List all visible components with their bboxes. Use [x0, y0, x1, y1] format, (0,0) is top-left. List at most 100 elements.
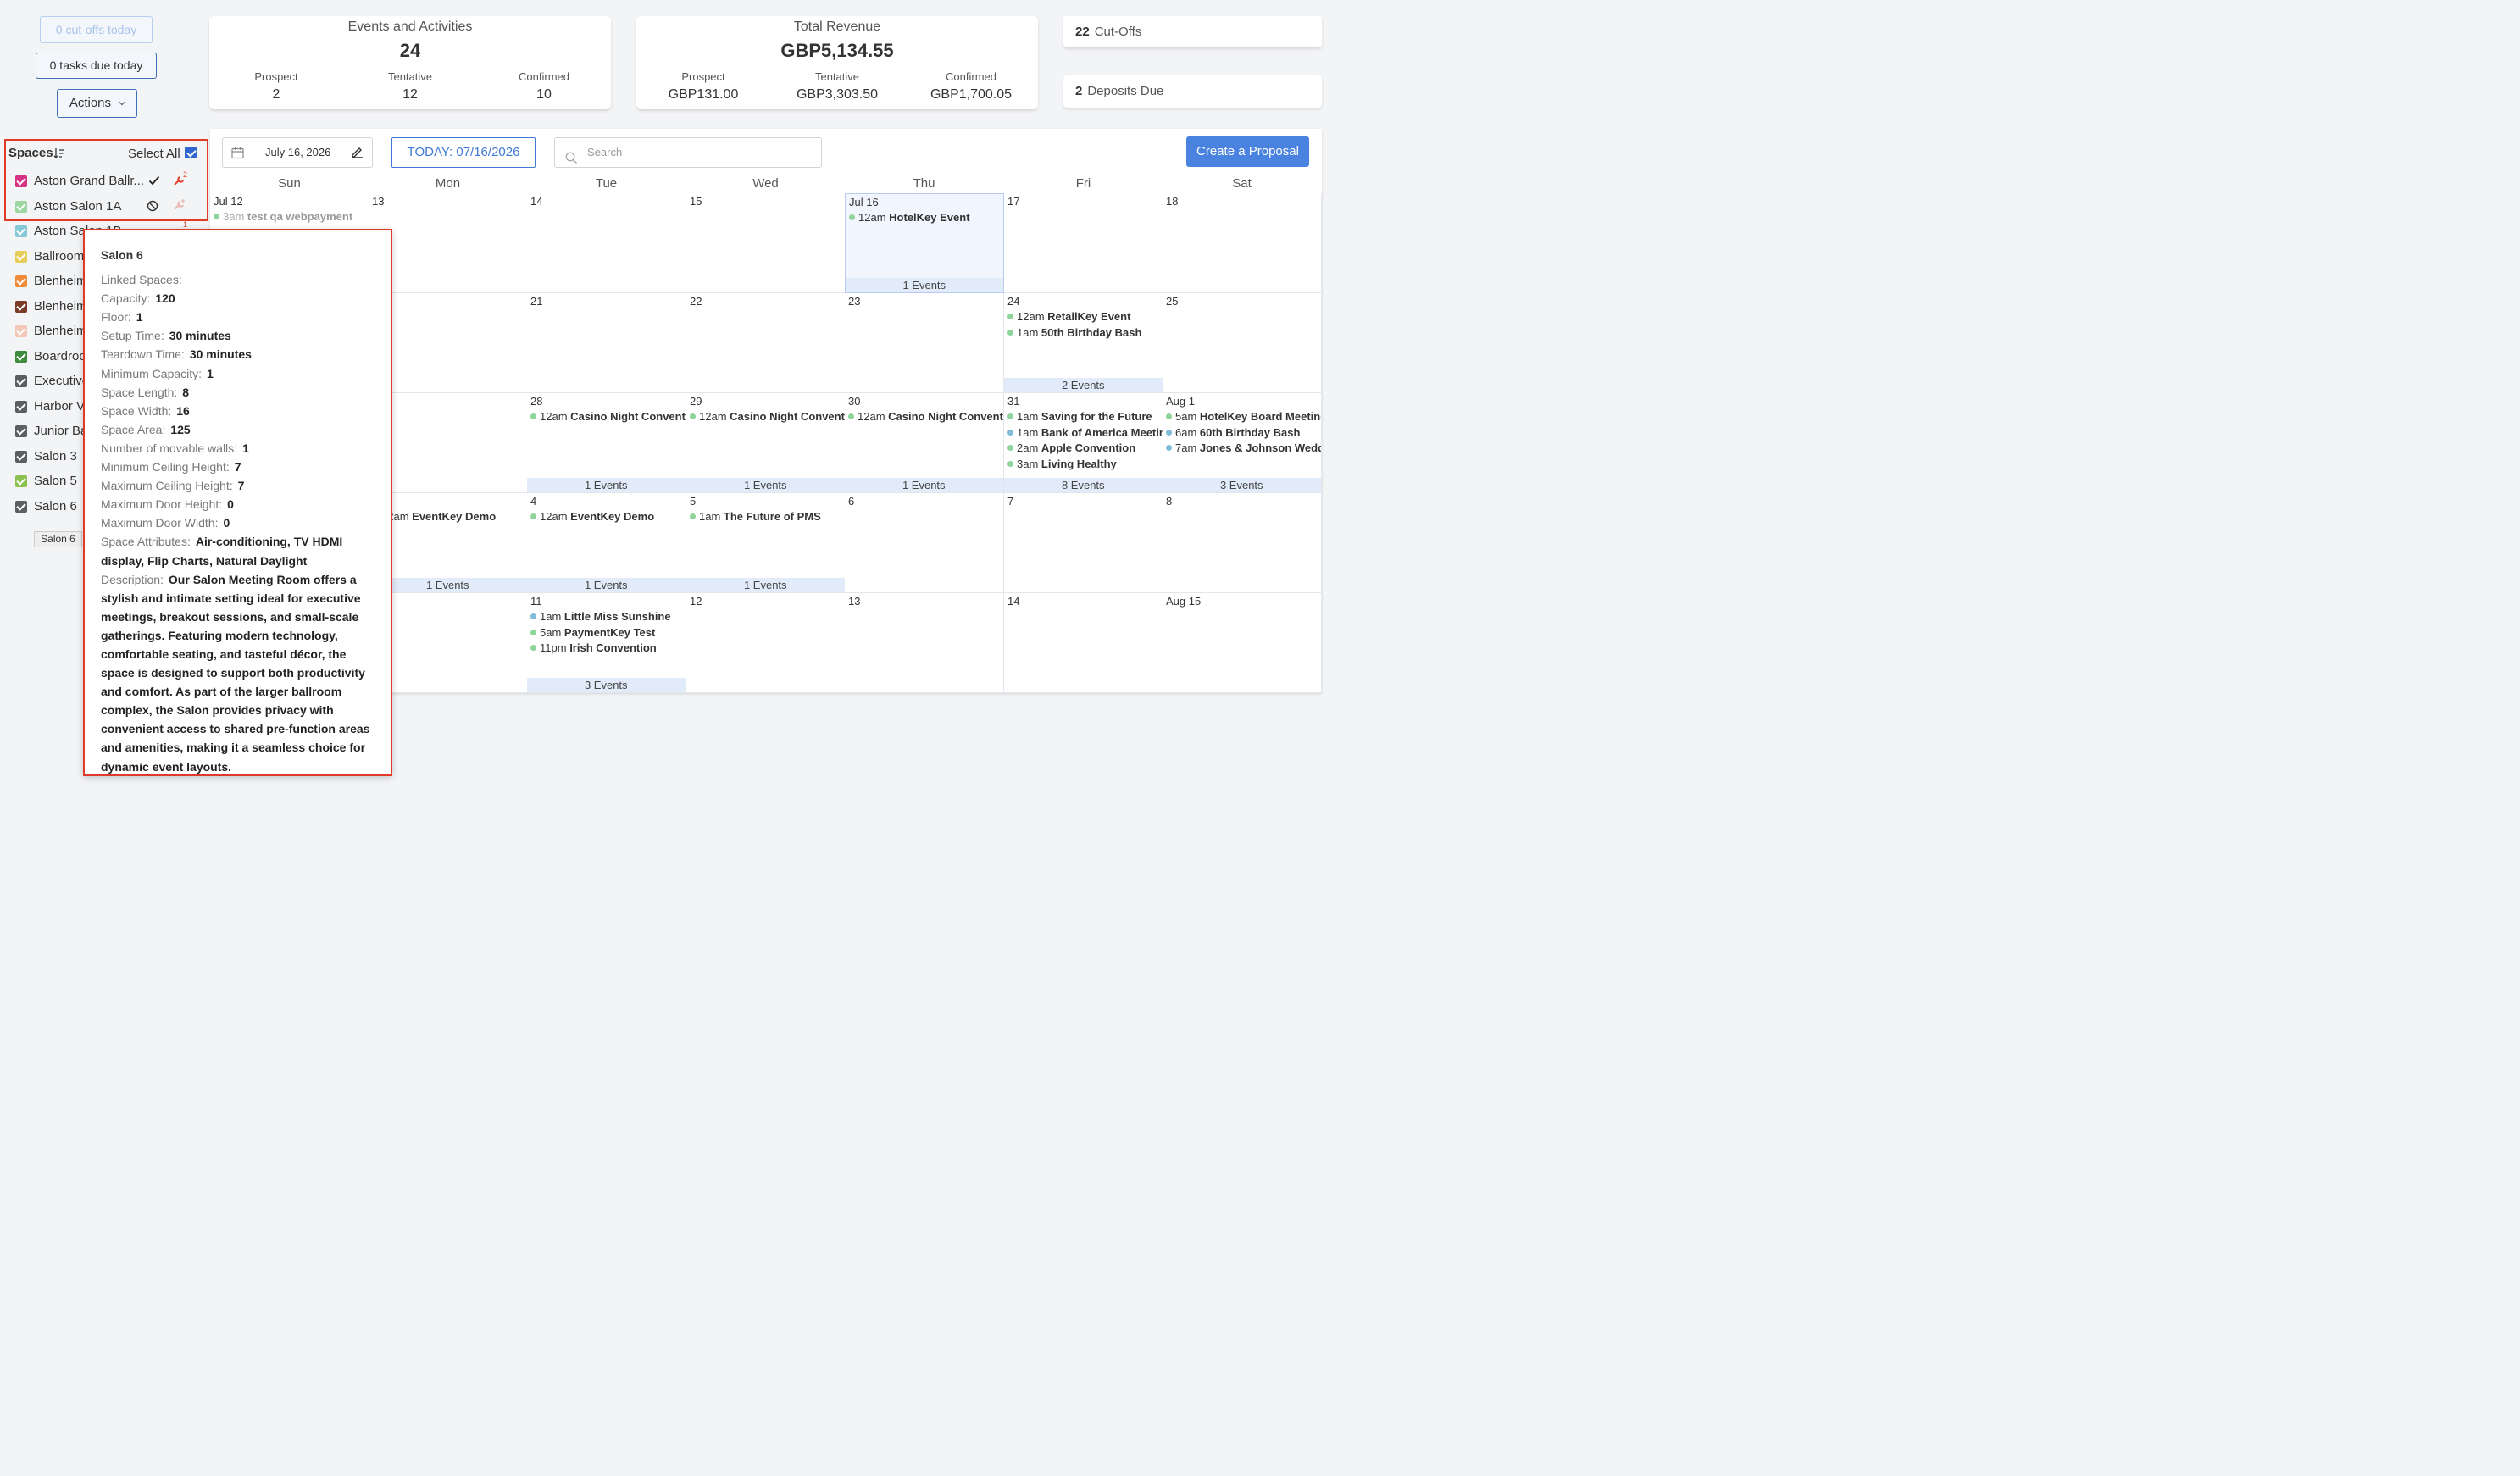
- calendar-day-cell[interactable]: Aug 15: [1163, 593, 1322, 693]
- calendar-event[interactable]: 3am test qa webpayment: [214, 210, 352, 223]
- calendar-event[interactable]: 12am HotelKey Event: [849, 211, 970, 224]
- edit-icon[interactable]: [350, 145, 364, 162]
- event-count-bar[interactable]: 3 Events: [1163, 478, 1321, 492]
- calendar-day-cell[interactable]: [369, 293, 528, 393]
- calendar-event[interactable]: 11pm Irish Convention: [530, 641, 657, 654]
- cutoffs-card[interactable]: 22 Cut-Offs: [1063, 16, 1322, 47]
- day-number: Aug 15: [1166, 595, 1202, 608]
- calendar-day-cell[interactable]: [369, 593, 528, 693]
- calendar-day-cell[interactable]: 13: [369, 193, 528, 293]
- space-checkbox[interactable]: [15, 225, 27, 237]
- space-checkbox[interactable]: [15, 400, 27, 413]
- calendar-event[interactable]: 5am PaymentKey Test: [530, 626, 655, 639]
- event-count-bar[interactable]: 1 Events: [686, 578, 845, 592]
- event-name: 60th Birthday Bash: [1199, 425, 1301, 439]
- calendar-day-cell[interactable]: 17: [1004, 193, 1163, 293]
- actions-button[interactable]: Actions: [57, 89, 137, 118]
- calendar-day-cell[interactable]: 7: [1004, 493, 1163, 593]
- day-number: 8: [1166, 495, 1173, 508]
- calendar-day-cell[interactable]: 22: [686, 293, 846, 393]
- event-count-bar[interactable]: 1 Events: [686, 478, 845, 492]
- popup-doorw: Maximum Door Width: 0: [101, 513, 375, 532]
- calendar-day-cell[interactable]: 12: [686, 593, 846, 693]
- event-count-bar[interactable]: 8 Events: [1004, 478, 1163, 492]
- space-name: Salon 5: [34, 474, 77, 488]
- cutoffs-today-button[interactable]: 0 cut-offs today: [40, 16, 153, 43]
- space-checkbox[interactable]: [15, 300, 27, 313]
- create-proposal-button[interactable]: Create a Proposal: [1186, 136, 1309, 167]
- calendar-event[interactable]: 12am EventKey Demo: [530, 510, 654, 523]
- calendar-day-cell[interactable]: 15: [686, 193, 846, 293]
- calendar-day-cell[interactable]: 21: [527, 293, 686, 393]
- calendar-day-cell[interactable]: 4 12am EventKey Demo 1 Events: [527, 493, 686, 593]
- calendar-day-cell[interactable]: 14: [527, 193, 686, 293]
- event-time: 12am: [1017, 310, 1045, 323]
- popup-doorh: Maximum Door Height: 0: [101, 495, 375, 513]
- revenue-prospect-label: Prospect: [681, 70, 725, 83]
- event-count-bar[interactable]: 1 Events: [846, 278, 1003, 292]
- event-count-bar[interactable]: 1 Events: [527, 478, 686, 492]
- event-count-bar[interactable]: 2 Events: [1004, 378, 1163, 392]
- today-date: 07/16/2026: [456, 145, 520, 159]
- calendar-day-cell[interactable]: 31 1am Saving for the Future 1am Bank of A…: [1004, 393, 1163, 493]
- calendar-day-cell[interactable]: 5 1am The Future of PMS 1 Events: [686, 493, 846, 593]
- space-checkbox[interactable]: [15, 350, 27, 363]
- event-count-bar[interactable]: 1 Events: [527, 578, 686, 592]
- calendar-day-cell[interactable]: 8: [1163, 493, 1322, 593]
- calendar-day-cell-today[interactable]: Jul 16 12am HotelKey Event 1 Events: [845, 193, 1004, 293]
- linked-label: Linked Spaces:: [101, 273, 182, 287]
- calendar-event[interactable]: 1am Saving for the Future: [1007, 410, 1152, 423]
- space-checkbox[interactable]: [15, 275, 27, 287]
- calendar-event[interactable]: 12am Casino Night Convention: [530, 410, 686, 423]
- event-count-bar[interactable]: 3 Events: [527, 678, 686, 692]
- date-picker[interactable]: July 16, 2026: [222, 137, 373, 168]
- space-checkbox[interactable]: [15, 325, 27, 337]
- deposits-card[interactable]: 2 Deposits Due: [1063, 75, 1322, 108]
- event-time: 3am: [223, 210, 245, 223]
- calendar-day-cell[interactable]: 23: [845, 293, 1004, 393]
- calendar-event[interactable]: 5am HotelKey Board Meeting: [1166, 410, 1321, 423]
- calendar-day-cell[interactable]: 14: [1004, 593, 1163, 693]
- search-input[interactable]: Search: [554, 137, 822, 168]
- calendar-event[interactable]: 7am Jones & Johnson Wedding: [1166, 441, 1321, 454]
- calendar-day-cell[interactable]: [369, 393, 528, 493]
- calendar-event[interactable]: 2am Apple Convention: [1007, 441, 1135, 454]
- space-name: Harbor V: [34, 398, 86, 413]
- calendar-day-cell[interactable]: 30 12am Casino Night Convention 1 Events: [845, 393, 1004, 493]
- calendar-event[interactable]: 1am Bank of America Meeting: [1007, 426, 1163, 439]
- calendar-day-cell[interactable]: 13: [845, 593, 1004, 693]
- today-button[interactable]: TODAY: 07/16/2026: [391, 137, 536, 168]
- space-checkbox[interactable]: [15, 250, 27, 263]
- calendar-day-cell[interactable]: 18: [1163, 193, 1322, 293]
- calendar-day-cell[interactable]: 28 12am Casino Night Convention 1 Events: [527, 393, 686, 493]
- event-status-dot: [1007, 413, 1013, 419]
- event-count-bar[interactable]: 1 Events: [845, 478, 1003, 492]
- day-number: 4: [530, 495, 537, 508]
- calendar-day-cell[interactable]: 11 1am Little Miss Sunshine 5am PaymentKey…: [527, 593, 686, 693]
- space-checkbox[interactable]: [15, 375, 27, 387]
- calendar-day-cell[interactable]: 29 12am Casino Night Convention 1 Events: [686, 393, 846, 493]
- calendar-event[interactable]: 1am The Future of PMS: [690, 510, 821, 523]
- popup-capacity: Capacity: 120: [101, 289, 375, 308]
- revenue-confirmed-value: GBP1,700.05: [930, 87, 1013, 102]
- calendar-event[interactable]: 12am Casino Night Convention: [690, 410, 845, 423]
- calendar-day-cell[interactable]: 24 12am RetailKey Event 1am 50th Birthday …: [1004, 293, 1163, 393]
- calendar-day-cell[interactable]: 12am EventKey Demo 1 Events: [369, 493, 528, 593]
- calendar-event[interactable]: 3am Living Healthy: [1007, 458, 1117, 470]
- calendar-day-cell[interactable]: 6: [845, 493, 1004, 593]
- tasks-due-button[interactable]: 0 tasks due today: [36, 53, 157, 79]
- event-status-dot: [848, 413, 854, 419]
- space-checkbox[interactable]: [15, 475, 27, 487]
- calendar-event[interactable]: 1am Little Miss Sunshine: [530, 610, 671, 623]
- calendar-event[interactable]: 6am 60th Birthday Bash: [1166, 426, 1300, 439]
- calendar-day-cell[interactable]: Aug 1 5am HotelKey Board Meeting 6am 60th …: [1163, 393, 1322, 493]
- calendar-event[interactable]: 1am 50th Birthday Bash: [1007, 326, 1141, 339]
- space-checkbox[interactable]: [15, 425, 27, 437]
- space-checkbox[interactable]: [15, 450, 27, 463]
- calendar-day-cell[interactable]: 25: [1163, 293, 1322, 393]
- calendar-event[interactable]: 12am RetailKey Event: [1007, 310, 1130, 323]
- space-checkbox[interactable]: [15, 500, 27, 513]
- calendar-event[interactable]: 12am Casino Night Convention: [848, 410, 1003, 423]
- revenue-confirmed-label: Confirmed: [946, 70, 996, 83]
- event-name: 50th Birthday Bash: [1041, 325, 1142, 339]
